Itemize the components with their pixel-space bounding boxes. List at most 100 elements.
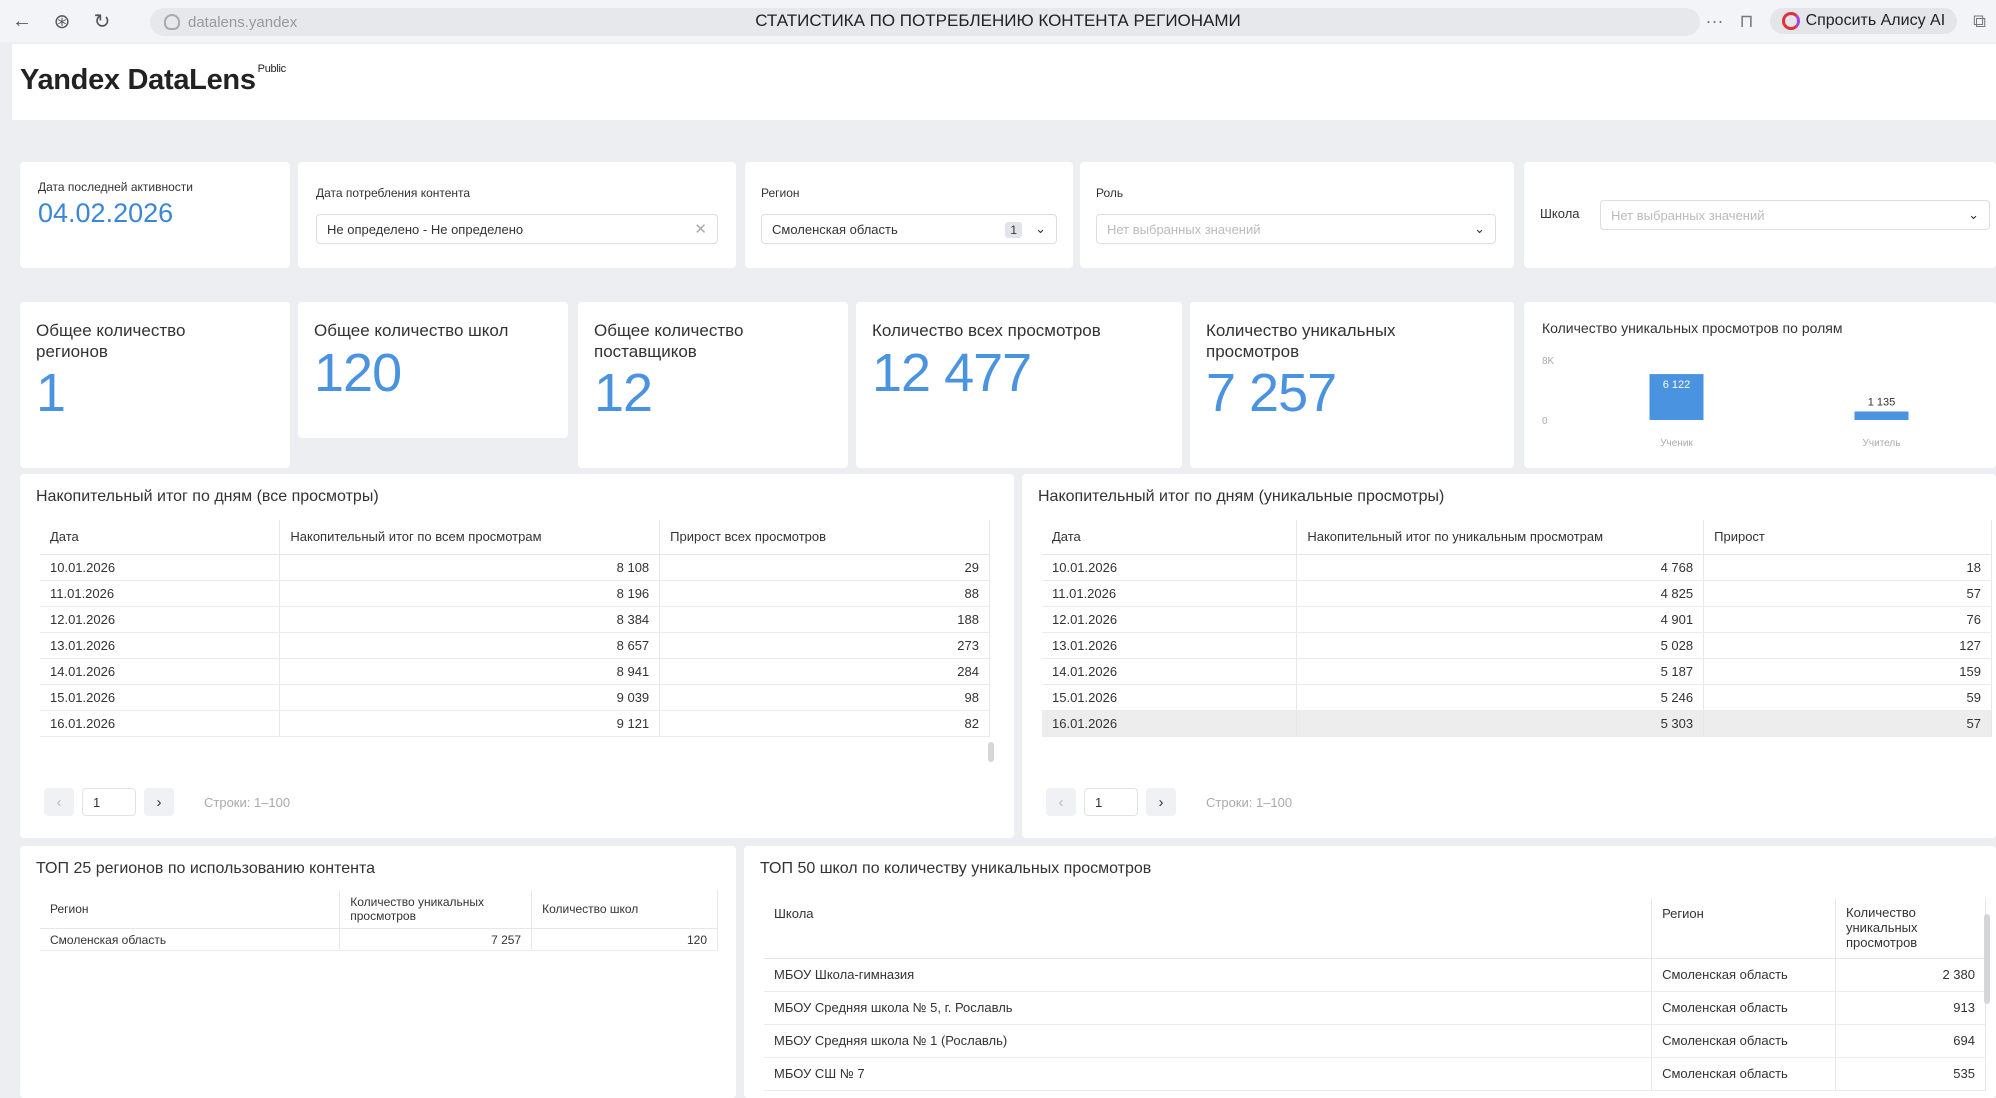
next-page-button[interactable]: › [1146, 788, 1176, 816]
table-row[interactable]: 10.01.2026 4 768 18 [1042, 554, 1992, 581]
top-schools-table: Школа Регион Количество уникальных просм… [764, 898, 1986, 1098]
protect-icon[interactable]: ⊛ [42, 1, 82, 41]
column-header[interactable]: Регион [40, 890, 341, 929]
pagination: ‹ 1 › Строки: 1–100 [1046, 788, 1292, 816]
table-row[interactable]: МБОУ Средняя школа № 5, г. Рославль Смоле… [764, 991, 1986, 1025]
table-cell: 5 303 [1296, 710, 1705, 737]
rows-info: Строки: 1–100 [1206, 794, 1293, 810]
extension-icon[interactable]: ⧉ [1973, 11, 1986, 32]
table-cell: Смоленская область [1651, 1057, 1836, 1091]
roles-bar-chart: 0 8K 6 122 Ученик 1 135 Учитель [1542, 356, 1909, 449]
table-row[interactable]: 15.01.2026 9 039 98 [40, 684, 990, 711]
table-row[interactable]: МБОУ Средняя школа № 1 (Рославль) Смоленс… [764, 1024, 1986, 1058]
prev-page-button[interactable]: ‹ [44, 788, 74, 816]
table-title: Накопительный итог по дням (уникальные п… [1038, 488, 1445, 505]
column-header[interactable]: Дата [1042, 520, 1298, 555]
role-select[interactable]: Нет выбранных значений ⌄ [1096, 214, 1496, 244]
column-header[interactable]: Накопительный итог по уникальным просмот… [1296, 520, 1705, 555]
column-header[interactable]: Количество уникальных просмотров [1835, 898, 1986, 959]
table-title: ТОП 25 регионов по использованию контент… [36, 860, 375, 877]
browser-toolbar: ← ⊛ ↻ datalens.yandex СТАТИСТИКА ПО ПОТР… [0, 0, 1996, 42]
table-row[interactable]: 14.01.2026 5 187 159 [1042, 658, 1992, 685]
chevron-down-icon: ⌄ [1035, 221, 1046, 236]
table-cell: 15.01.2026 [40, 684, 281, 711]
kpi-title: Количество всех просмотров [872, 321, 1101, 340]
clear-icon[interactable]: ✕ [694, 220, 707, 238]
school-select[interactable]: Нет выбранных значений ⌄ [1600, 200, 1990, 230]
chevron-down-icon: ⌄ [1968, 207, 1979, 222]
region-select[interactable]: Смоленская область 1 ⌄ [761, 214, 1057, 244]
column-header[interactable]: Количество школ [531, 890, 718, 929]
table-row[interactable]: 13.01.2026 5 028 127 [1042, 632, 1992, 659]
last-activity-label: Дата последней активности [38, 180, 193, 194]
table-cell: 8 657 [279, 632, 661, 659]
table-row[interactable]: 16.01.2026 9 121 82 [40, 710, 990, 737]
kpi-title: Общее количество регионов [36, 321, 186, 361]
table-row[interactable]: Смоленская область 7 257 120 [40, 928, 718, 951]
bookmark-icon[interactable]: ⊓ [1740, 11, 1754, 32]
table-cell: МБОУ СШ № 7 [764, 1057, 1653, 1091]
column-header[interactable]: Прирост всех просмотров [659, 520, 990, 555]
table-cell: 14.01.2026 [40, 658, 281, 685]
cumulative-all-table: Дата Накопительный итог по всем просмотр… [40, 520, 1000, 782]
rows-info: Строки: 1–100 [204, 794, 291, 810]
table-cell: 29 [659, 554, 990, 581]
kpi-value: 12 477 [872, 343, 1032, 403]
kpi-title: Общее количество школ [314, 321, 509, 340]
role-filter: Роль Нет выбранных значений ⌄ [1080, 162, 1514, 268]
table-row[interactable]: 15.01.2026 5 246 59 [1042, 684, 1992, 711]
table-cell: 12.01.2026 [1042, 606, 1298, 633]
region-label: Регион [761, 186, 800, 200]
address-bar[interactable]: datalens.yandex [150, 8, 1700, 36]
table-row[interactable]: 13.01.2026 8 657 273 [40, 632, 990, 659]
table-cell: 8 941 [279, 658, 661, 685]
table-cell: 76 [1703, 606, 1992, 633]
table-cell: 9 039 [279, 684, 661, 711]
column-header[interactable]: Школа [764, 898, 1653, 959]
kpi-title: Количество уникальных просмотров [1206, 321, 1396, 361]
table-row[interactable]: МБОУ Школа-гимназия Смоленская область 2 3… [764, 958, 1986, 992]
back-icon[interactable]: ← [2, 1, 42, 41]
table-cell: 16.01.2026 [40, 710, 281, 737]
school-label: Школа [1540, 206, 1580, 221]
column-header[interactable]: Прирост [1703, 520, 1992, 555]
datalens-logo[interactable]: Yandex DataLens Public [20, 63, 286, 97]
table-scrollbar[interactable] [988, 742, 994, 762]
table-row[interactable]: 12.01.2026 8 384 188 [40, 606, 990, 633]
next-page-button[interactable]: › [144, 788, 174, 816]
page-input[interactable]: 1 [82, 788, 136, 816]
bar[interactable] [1854, 411, 1909, 420]
column-header[interactable]: Количество уникальных просмотров [339, 890, 533, 929]
table-row[interactable]: 14.01.2026 8 941 284 [40, 658, 990, 685]
table-scrollbar[interactable] [1984, 914, 1990, 1004]
top-schools-card: ТОП 50 школ по количеству уникальных про… [744, 846, 1996, 1098]
more-icon[interactable]: ··· [1706, 11, 1724, 32]
page-input[interactable]: 1 [1084, 788, 1138, 816]
table-cell: 57 [1703, 580, 1992, 607]
kpi-all-views: Количество всех просмотров 12 477 [856, 302, 1182, 468]
table-row[interactable]: МБОУ СШ № 7 Смоленская область 535 [764, 1057, 1986, 1091]
column-header[interactable]: Дата [40, 520, 281, 555]
table-title: ТОП 50 школ по количеству уникальных про… [760, 860, 1152, 877]
ask-alice-button[interactable]: Спросить Алису AI [1769, 8, 1958, 34]
consumption-date-value: Не определено - Не определено [327, 221, 524, 237]
kpi-suppliers: Общее количество поставщиков 12 [578, 302, 848, 468]
column-header[interactable]: Регион [1651, 898, 1836, 959]
column-header[interactable]: Накопительный итог по всем просмотрам [279, 520, 661, 555]
cumulative-all-card: Накопительный итог по дням (все просмотр… [20, 474, 1014, 838]
table-row[interactable]: 16.01.2026 5 303 57 [1042, 710, 1992, 737]
kpi-regions: Общее количество регионов 1 [20, 302, 290, 468]
logo-text: Yandex DataLens [20, 64, 256, 96]
reload-icon[interactable]: ↻ [82, 1, 122, 41]
prev-page-button[interactable]: ‹ [1046, 788, 1076, 816]
table-cell: 9 121 [279, 710, 661, 737]
table-cell: 4 768 [1296, 554, 1705, 581]
last-activity-card: Дата последней активности 04.02.2026 [20, 162, 290, 268]
table-cell: 16.01.2026 [1042, 710, 1298, 737]
table-row[interactable]: 10.01.2026 8 108 29 [40, 554, 990, 581]
table-row[interactable]: 11.01.2026 4 825 57 [1042, 580, 1992, 607]
table-cell: Смоленская область [40, 928, 341, 951]
consumption-date-input[interactable]: Не определено - Не определено ✕ [316, 214, 718, 244]
table-row[interactable]: 12.01.2026 4 901 76 [1042, 606, 1992, 633]
table-row[interactable]: 11.01.2026 8 196 88 [40, 580, 990, 607]
